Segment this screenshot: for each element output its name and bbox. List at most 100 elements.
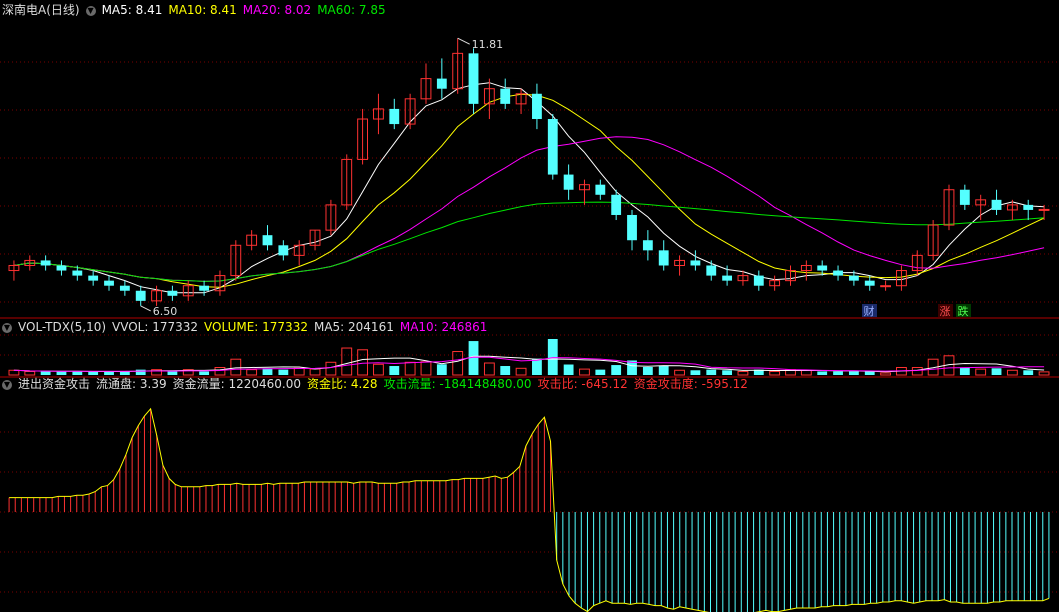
ma60-value: MA60: 7.85 [317, 3, 386, 17]
volume-bar-up [880, 372, 892, 376]
candle-body-down [595, 184, 606, 195]
candle-body-down [864, 280, 875, 286]
volume-bar-down [991, 368, 1002, 375]
volume-bar-down [167, 371, 178, 375]
volume-bar-down [611, 365, 622, 375]
volume-bar-down [706, 369, 717, 375]
price-pane[interactable]: 11.81 6.50 财 涨跌 [8, 37, 1050, 318]
candle-body-down [278, 245, 289, 256]
volume-bar-up [420, 361, 432, 376]
candle-body-down [104, 280, 114, 286]
ma10-line [13, 93, 1045, 288]
volume-bar-down [959, 367, 970, 375]
volume-bar-up [309, 368, 321, 376]
volume-bar-down [389, 366, 400, 375]
candle-body-down [563, 174, 574, 190]
volume-bar-down [436, 364, 447, 375]
volume-bar-up [769, 370, 781, 376]
zijingongjidu-value: 资金攻击度: -595.12 [633, 377, 748, 391]
volume-bar-down [135, 369, 146, 375]
ma60-line [13, 201, 1045, 282]
marker-cai: 财 [864, 304, 875, 318]
volume-bar-down [500, 366, 511, 375]
price-pane-header: 深南电A(日线) ▼ MA5: 8.41 MA10: 8.41 MA20: 8.02 MA… [2, 2, 392, 18]
volume-bar-up [246, 369, 258, 376]
volume-pane[interactable] [8, 339, 1050, 376]
zijinliuliang-value: 资金流量: 1220460.00 [172, 377, 301, 391]
price-moving-averages [13, 82, 1045, 294]
indicator-yellow-line [9, 407, 1050, 612]
gongjibi-value: 攻击比: -645.12 [537, 377, 628, 391]
volume-bar-down [1023, 370, 1034, 375]
ma10-value: MA10: 8.41 [168, 3, 237, 17]
candle-body-down [706, 265, 717, 276]
volume-ma10-line [13, 356, 1045, 372]
volume-bar-up [214, 367, 226, 376]
vol-ma10-value: MA10: 246861 [399, 320, 488, 334]
candle-body-down [135, 290, 146, 301]
candle-body-down [690, 260, 701, 266]
candle-body-up [1038, 208, 1050, 211]
gongjiliuliang-value: 攻击流量: -184148480.00 [383, 377, 532, 391]
volume-bar-down [658, 366, 669, 375]
candle-body-down [72, 270, 83, 276]
volume-bar-up [515, 367, 527, 376]
indicator-line [9, 407, 1050, 612]
candle-body-down [436, 78, 447, 89]
candle-body-down [468, 53, 479, 104]
candle-body-down [722, 275, 733, 281]
volume-bar-up [674, 369, 685, 376]
volume-bar-up [24, 370, 36, 376]
volume-ma5-line [13, 355, 1045, 373]
stock-title: 深南电A(日线) [2, 3, 80, 17]
candle-body-down [119, 285, 130, 291]
indicator-pane[interactable] [8, 407, 1050, 612]
marker-die: 跌 [958, 304, 969, 318]
circle-chevron-down-icon[interactable]: ▼ [85, 5, 96, 16]
candle-body-down [500, 88, 511, 104]
candle-body-down [642, 240, 653, 251]
vvol-value: VVOL: 177332 [112, 320, 199, 334]
candle-body-down [817, 265, 828, 271]
volume-bar-down [848, 371, 859, 375]
high-marker-line [457, 37, 470, 45]
candle-body-down [959, 189, 970, 205]
candle-body-down [1023, 204, 1034, 210]
liutongpan-value: 流通盘: 3.39 [96, 377, 167, 391]
ma20-value: MA20: 8.02 [242, 3, 312, 17]
price-candles [8, 38, 1050, 306]
candle-body-down [611, 194, 622, 215]
candle-body-down [532, 93, 542, 120]
volume-bar-down [40, 371, 51, 375]
volume-bar-down [722, 370, 733, 375]
volume-bar-up [579, 368, 590, 376]
volume-bar-up [975, 368, 987, 376]
candle-body-down [658, 250, 669, 266]
volume-bar-up [373, 363, 384, 376]
candle-body-down [88, 275, 99, 281]
low-price-label: 6.50 [153, 305, 178, 318]
volume-bar-down [547, 339, 558, 375]
volume-moving-averages [13, 355, 1045, 373]
stock-chart-canvas[interactable]: 11.81 6.50 财 涨跌 [0, 0, 1059, 612]
volume-bar-down [72, 371, 83, 375]
volume-bar-down [864, 371, 875, 375]
candle-body-down [991, 199, 1002, 210]
circle-chevron-down-icon[interactable]: ▼ [2, 322, 12, 333]
volume-bar-up [404, 361, 416, 376]
volume-bar-up [230, 358, 242, 376]
candle-body-up [880, 285, 892, 288]
low-marker-line [140, 305, 151, 312]
candle-body-down [848, 275, 859, 281]
vol-ma5-value: MA5: 204161 [313, 320, 394, 334]
volume-bar-up [325, 361, 337, 376]
candle-body-down [833, 270, 843, 276]
candle-body-down [199, 285, 210, 291]
volume-bar-up [1006, 369, 1018, 376]
volume-bar-up [737, 370, 749, 376]
candle-body-down [547, 119, 558, 175]
volume-bar-up [911, 367, 923, 376]
indicator-pane-header: ▼ 进出资金攻击 流通盘: 3.39 资金流量: 1220460.00 资金比: 4.2… [2, 376, 754, 392]
circle-chevron-down-icon[interactable]: ▼ [2, 379, 12, 390]
candle-body-down [627, 214, 637, 241]
